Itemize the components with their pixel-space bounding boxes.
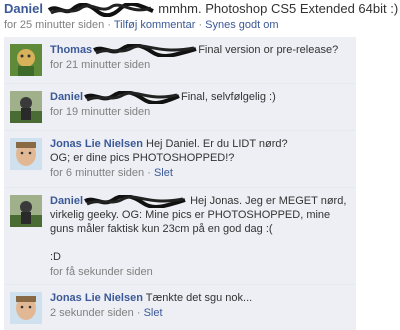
avatar-image bbox=[10, 91, 42, 123]
add-comment-link[interactable]: Tilføj kommentar bbox=[114, 19, 196, 31]
separator: · bbox=[198, 19, 203, 31]
post-author-link[interactable]: Daniel bbox=[4, 1, 43, 16]
comment-time[interactable]: 2 sekunder siden bbox=[50, 307, 134, 319]
comment-item: Jonas Lie Nielsen Tænkte det sgu nok... … bbox=[4, 285, 356, 330]
comment-item: Daniel Final, selvfølgelig :) for 19 minu… bbox=[4, 84, 356, 131]
redaction-scribble bbox=[93, 43, 197, 57]
avatar-image bbox=[10, 44, 42, 76]
like-link[interactable]: Synes godt om bbox=[205, 19, 278, 31]
redaction-scribble bbox=[47, 2, 154, 17]
comment-list: Thomas Final version or pre-release? for … bbox=[4, 37, 356, 330]
comment-item: Daniel Hej Jonas. Jeg er MEGET nørd, vir… bbox=[4, 188, 356, 285]
comment-text-smiley: :D bbox=[50, 251, 61, 263]
comment-body: Thomas Final version or pre-release? for … bbox=[50, 43, 352, 72]
avatar-image bbox=[10, 292, 42, 324]
comment-text: Tænkte det sgu nok... bbox=[145, 292, 253, 304]
avatar-image bbox=[10, 138, 42, 170]
redaction-scribble bbox=[84, 194, 186, 208]
post-line: Daniel mmhm. Photoshop CS5 Extended 64bi… bbox=[4, 0, 399, 17]
comment-author-link[interactable]: Jonas Lie Nielsen bbox=[50, 292, 143, 304]
delete-link[interactable]: Slet bbox=[154, 167, 173, 179]
comment-item: Jonas Lie Nielsen Hej Daniel. Er du LIDT… bbox=[4, 131, 356, 188]
avatar[interactable] bbox=[10, 44, 42, 76]
comment-text: Hej Jonas. Jeg er MEGET nørd, bbox=[190, 195, 347, 207]
comment-body: Daniel Final, selvfølgelig :) for 19 minu… bbox=[50, 90, 352, 119]
comment-item: Thomas Final version or pre-release? for … bbox=[4, 37, 356, 84]
avatar[interactable] bbox=[10, 292, 42, 324]
comment-author-link[interactable]: Daniel bbox=[50, 91, 83, 103]
comment-text-continued: virkelig geeky. OG: Mine pics er PHOTOSH… bbox=[50, 209, 331, 235]
comment-time[interactable]: for 19 minutter siden bbox=[50, 105, 352, 119]
comment-author-link[interactable]: Thomas bbox=[50, 44, 92, 56]
comment-author-link[interactable]: Daniel bbox=[50, 195, 83, 207]
comment-text: Final, selvfølgelig :) bbox=[181, 91, 276, 103]
separator: · bbox=[107, 19, 112, 31]
comment-time[interactable]: for få sekunder siden bbox=[50, 265, 352, 279]
delete-link[interactable]: Slet bbox=[144, 307, 163, 319]
comment-meta: 2 sekunder siden · Slet bbox=[50, 306, 352, 320]
comment-meta: for 6 minutter siden · Slet bbox=[50, 166, 352, 180]
avatar[interactable] bbox=[10, 138, 42, 170]
post-time[interactable]: for 25 minutter siden bbox=[4, 19, 104, 31]
separator: · bbox=[136, 307, 141, 319]
comment-body: Daniel Hej Jonas. Jeg er MEGET nørd, vir… bbox=[50, 194, 352, 279]
separator: · bbox=[147, 167, 151, 179]
comment-body: Jonas Lie Nielsen Tænkte det sgu nok... … bbox=[50, 291, 352, 320]
comment-text: Final version or pre-release? bbox=[198, 44, 339, 56]
comment-time[interactable]: for 6 minutter siden bbox=[50, 167, 144, 179]
redaction-scribble bbox=[84, 90, 180, 104]
post-text: mmhm. Photoshop CS5 Extended 64bit :) bbox=[158, 1, 399, 16]
comment-time[interactable]: for 21 minutter siden bbox=[50, 58, 352, 72]
comment-author-link[interactable]: Jonas Lie Nielsen bbox=[50, 138, 143, 150]
post-meta: for 25 minutter siden · Tilføj kommentar… bbox=[4, 18, 396, 32]
avatar-image bbox=[10, 195, 42, 227]
comment-body: Jonas Lie Nielsen Hej Daniel. Er du LIDT… bbox=[50, 137, 352, 180]
avatar[interactable] bbox=[10, 91, 42, 123]
avatar[interactable] bbox=[10, 195, 42, 227]
post-header: Daniel mmhm. Photoshop CS5 Extended 64bi… bbox=[4, 0, 399, 32]
